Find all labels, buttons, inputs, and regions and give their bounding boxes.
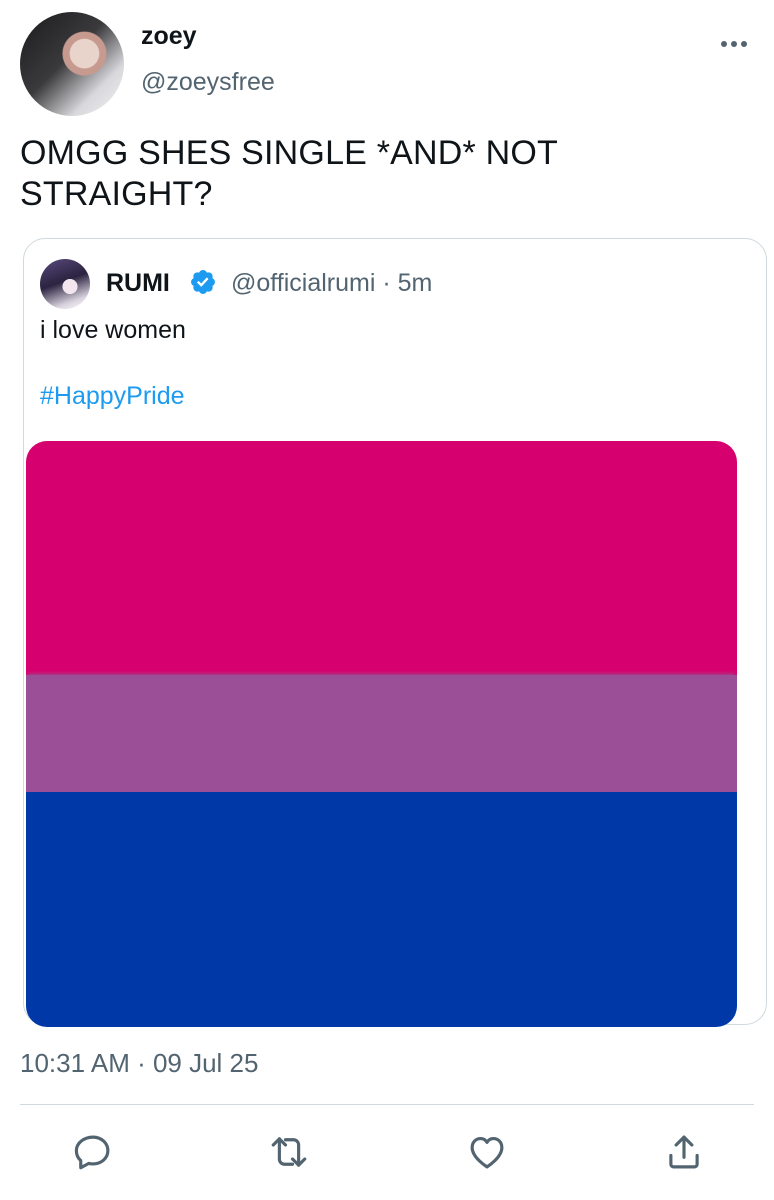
hashtag-link[interactable]: #HappyPride (40, 382, 185, 411)
divider (20, 1104, 754, 1105)
author-avatar[interactable] (20, 12, 124, 116)
reply-icon[interactable] (72, 1131, 114, 1173)
retweet-icon[interactable] (268, 1131, 310, 1173)
quoted-author-handle-time[interactable]: @officialrumi · 5m (231, 269, 432, 298)
quoted-author-avatar[interactable] (40, 259, 90, 309)
quoted-author-display-name[interactable]: RUMI (106, 269, 170, 298)
more-options-icon[interactable] (718, 28, 750, 60)
like-icon[interactable] (466, 1131, 508, 1173)
tweet-text: OMGG SHES SINGLE *AND* NOT STRAIGHT? (20, 134, 558, 213)
verified-badge-icon (189, 268, 217, 296)
bisexual-flag-image[interactable] (26, 441, 737, 1027)
flag-stripe-purple (26, 675, 737, 792)
author-display-name[interactable]: zoey (141, 22, 197, 51)
author-handle[interactable]: @zoeysfree (141, 68, 275, 97)
tweet-timestamp[interactable]: 10:31 AM · 09 Jul 25 (20, 1048, 258, 1079)
quoted-tweet-text: i love women (40, 316, 186, 344)
flag-stripe-pink (26, 441, 737, 675)
share-icon[interactable] (663, 1131, 705, 1173)
flag-stripe-blue (26, 792, 737, 1027)
